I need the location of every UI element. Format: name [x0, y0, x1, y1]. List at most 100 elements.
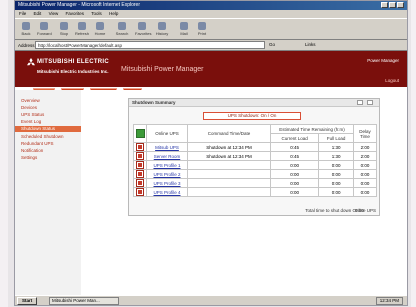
current-load-cell: 0:45: [269, 142, 320, 152]
header-estimated-time: Estimated Time Remaining (h:m): [270, 124, 354, 134]
menu-tools[interactable]: Tools: [91, 11, 102, 16]
table-row[interactable]: UPS Profile 3 0:00 0:00 0:00: [133, 178, 377, 188]
taskbar: Start Mitsubishi Power Man... 12:34 PM: [15, 295, 407, 305]
menu-favorites[interactable]: Favorites: [66, 11, 85, 16]
stop-icon: [60, 22, 68, 30]
mail-label: Mail: [180, 31, 188, 36]
table-row[interactable]: UPS Profile 2 0:00 0:00 0:00: [133, 169, 377, 179]
menu-edit[interactable]: Edit: [34, 11, 42, 16]
current-load-cell: 0:00: [269, 178, 320, 188]
menu-file[interactable]: File: [19, 11, 26, 16]
panel-minimize-icon[interactable]: [357, 100, 363, 105]
logout-link[interactable]: Logout: [385, 78, 399, 83]
table-header-row: Online UPS Command Time/Date Estimated T…: [133, 124, 377, 143]
command-cell: Shutdown at 12:34 PM: [187, 142, 271, 152]
sidebar-item-overview[interactable]: Overview: [21, 98, 40, 103]
sidebar-item-notification[interactable]: Notification: [21, 148, 43, 153]
full-load-cell: 0:00: [318, 178, 354, 188]
sidebar-item-event-log[interactable]: Event Log: [21, 119, 41, 124]
sidebar-item-redundant-ups[interactable]: Redundant UPS: [21, 141, 54, 146]
table-row[interactable]: Server Room Shutdown at 12:34 PM 0:45 1:…: [133, 151, 377, 161]
table-row[interactable]: UPS Profile 4 0:00 0:00 0:00: [133, 187, 377, 197]
delay-cell: 0:00: [353, 169, 377, 179]
status-icon: [137, 161, 143, 168]
current-load-cell: 0:45: [269, 151, 320, 161]
minimize-button[interactable]: [381, 2, 388, 8]
refresh-button[interactable]: Refresh: [75, 22, 89, 37]
history-button[interactable]: History: [155, 22, 169, 37]
refresh-label: Refresh: [75, 31, 90, 36]
full-load-cell: 0:00: [318, 160, 354, 170]
command-cell: [187, 160, 271, 170]
print-button[interactable]: Print: [195, 22, 209, 37]
command-cell: [187, 169, 271, 179]
header-full-load: Full Load: [318, 133, 354, 143]
browser-window: Mitsubishi Power Manager - Microsoft Int…: [14, 0, 408, 306]
print-icon: [198, 22, 206, 30]
menu-view[interactable]: View: [49, 11, 59, 16]
header-product-label: Power Manager: [367, 58, 399, 63]
current-load-cell: 0:00: [269, 160, 320, 170]
header-delay-time: Delay Time: [353, 124, 377, 143]
forward-icon: [40, 22, 48, 30]
command-cell: [187, 187, 271, 197]
command-cell: [187, 178, 271, 188]
forward-button[interactable]: Forward: [37, 22, 52, 37]
status-icon: [137, 152, 143, 159]
delay-cell: 0:00: [353, 187, 377, 197]
shutdown-filter-label: UPS Shutdown: On / On: [203, 112, 301, 120]
taskbar-item-browser[interactable]: Mitsubishi Power Man...: [49, 297, 119, 305]
go-button[interactable]: Go: [269, 41, 289, 49]
favorites-label: Favorites: [135, 31, 152, 36]
window-title: Mitsubishi Power Manager - Microsoft Int…: [18, 2, 140, 8]
panel-title: Shutdown Summary: [132, 100, 176, 105]
home-button[interactable]: Home: [93, 22, 107, 37]
header-command: Command Time/Date: [187, 124, 271, 143]
back-button[interactable]: Back: [19, 22, 33, 37]
maximize-button[interactable]: [389, 2, 396, 8]
ups-name-link[interactable]: UPS Profile 1: [146, 160, 188, 170]
sidebar: Overview Devices UPS Status Event Log Sh…: [15, 90, 82, 295]
row-status-cell: [133, 178, 147, 188]
total-shutdown-value: 0:00: [355, 208, 364, 213]
stop-button[interactable]: Stop: [57, 22, 71, 37]
ups-name-link[interactable]: Mitsub UPS: [146, 142, 188, 152]
ups-name-link[interactable]: UPS Profile 4: [146, 187, 188, 197]
start-button[interactable]: Start: [17, 297, 38, 305]
stop-label: Stop: [59, 31, 69, 36]
sidebar-item-shutdown-status[interactable]: Shutdown Status: [15, 126, 81, 132]
print-label: Print: [197, 31, 207, 36]
ups-name-link[interactable]: UPS Profile 3: [146, 178, 188, 188]
search-button[interactable]: Search: [115, 22, 129, 37]
full-load-cell: 1:30: [318, 142, 354, 152]
row-status-cell: [133, 160, 147, 170]
sidebar-item-ups-status[interactable]: UPS Status: [21, 112, 44, 117]
window-titlebar: Mitsubishi Power Manager - Microsoft Int…: [15, 1, 407, 10]
close-button[interactable]: [397, 2, 404, 8]
ups-name-link[interactable]: UPS Profile 2: [146, 169, 188, 179]
address-input[interactable]: http://localhost/PowerManager/default.as…: [35, 41, 265, 49]
menu-help[interactable]: Help: [109, 11, 118, 16]
sidebar-item-settings[interactable]: Settings: [21, 155, 37, 160]
select-all-icon[interactable]: [135, 128, 145, 138]
header-icon-cell: [133, 124, 147, 143]
mail-button[interactable]: Mail: [177, 22, 191, 37]
back-icon: [22, 22, 30, 30]
panel-header: Shutdown Summary: [129, 99, 379, 107]
ups-table: Online UPS Command Time/Date Estimated T…: [133, 124, 377, 197]
sidebar-item-devices[interactable]: Devices: [21, 105, 37, 110]
back-label: Back: [21, 31, 31, 36]
sidebar-item-scheduled-shutdown[interactable]: Scheduled Shutdown: [21, 134, 64, 139]
table-row[interactable]: UPS Profile 1 0:00 0:00 0:00: [133, 160, 377, 170]
ups-name-link[interactable]: Server Room: [146, 151, 188, 161]
browser-toolbar: Back Forward Stop Refresh Home Search Fa…: [15, 18, 407, 40]
panel-close-icon[interactable]: [367, 100, 373, 105]
refresh-icon: [78, 22, 86, 30]
favorites-button[interactable]: Favorites: [135, 22, 152, 37]
search-icon: [118, 22, 126, 30]
status-icon: [137, 143, 143, 150]
table-row[interactable]: Mitsub UPS Shutdown at 12:34 PM 0:45 1:3…: [133, 142, 377, 152]
links-button[interactable]: Links: [305, 41, 316, 49]
shutdown-summary-panel: Shutdown Summary UPS Shutdown: On / On O…: [128, 98, 380, 216]
full-load-cell: 1:30: [318, 151, 354, 161]
